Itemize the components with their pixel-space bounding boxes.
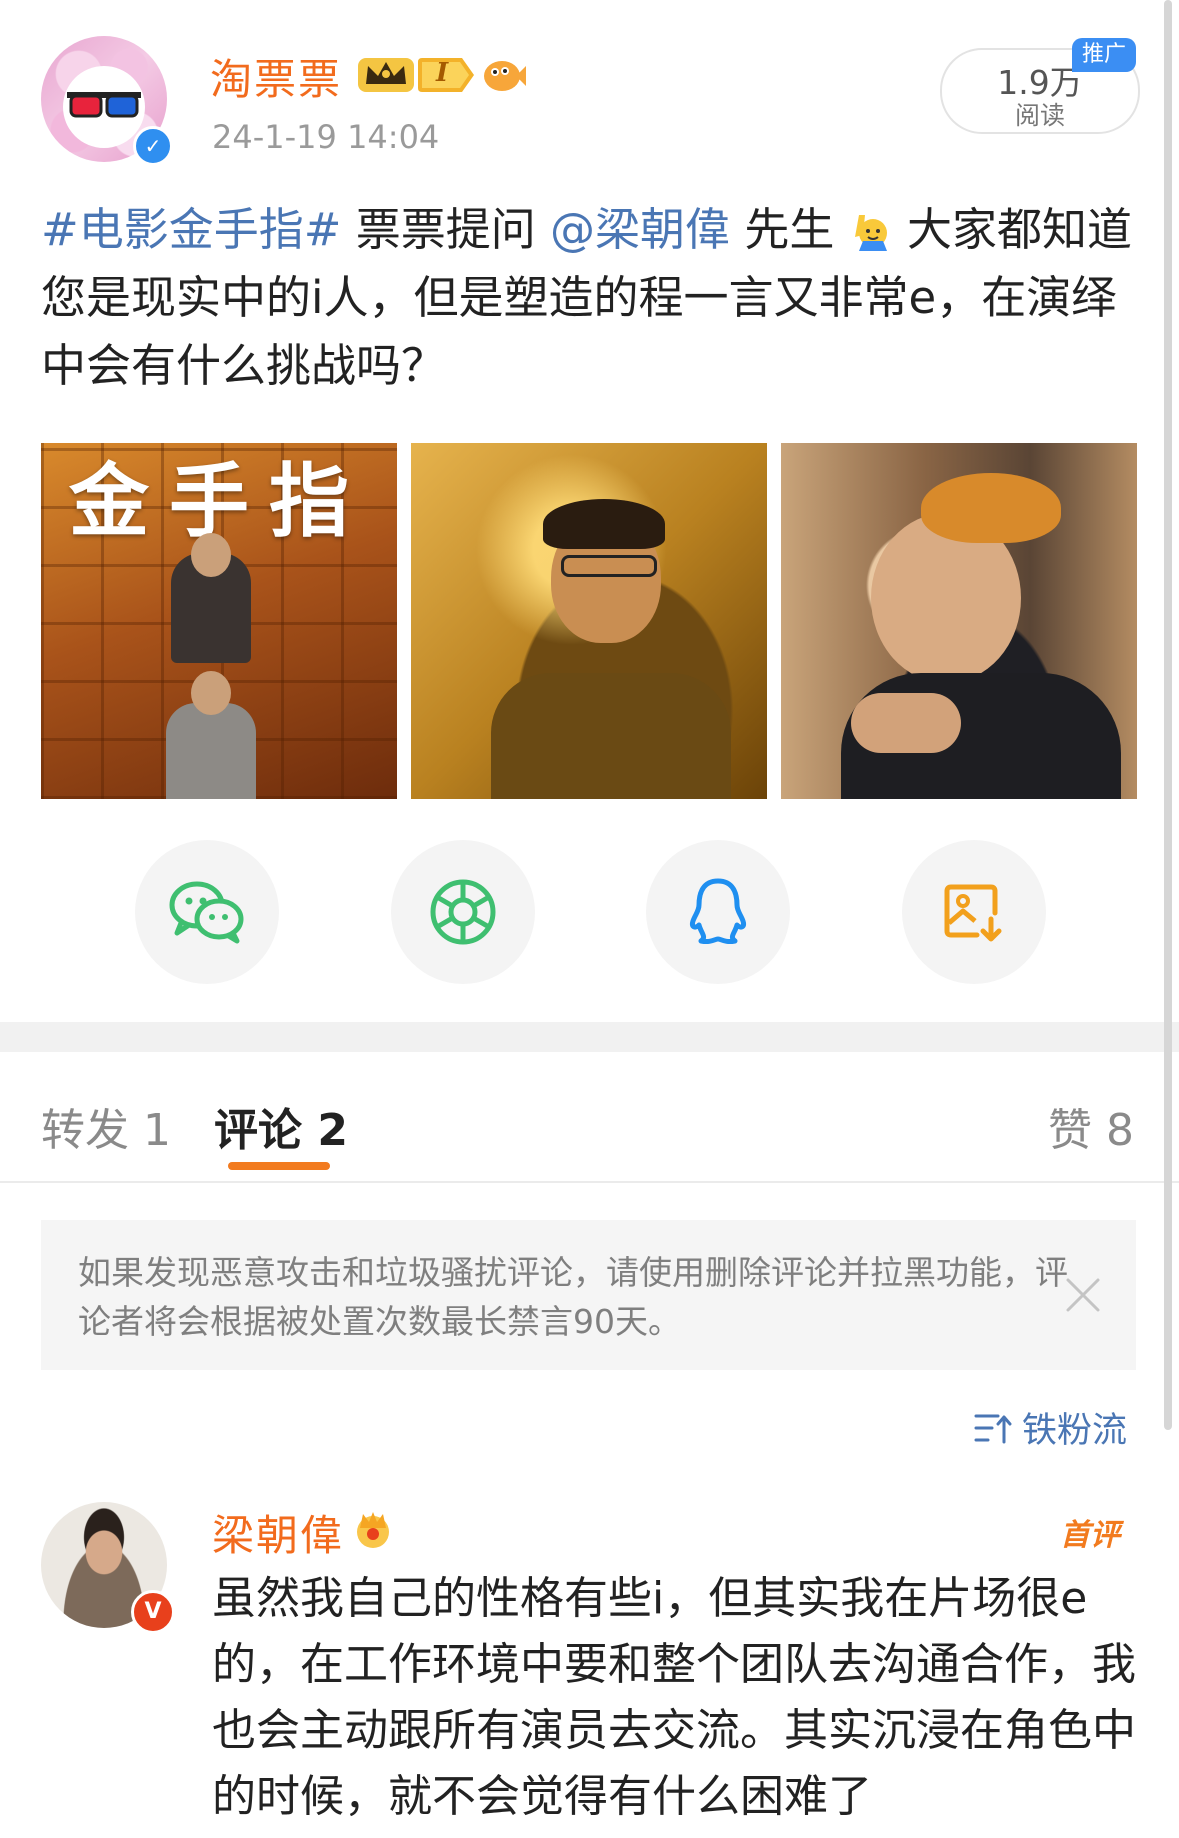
tab-likes[interactable]: 赞 8 (1048, 1094, 1134, 1158)
photo-candid[interactable] (781, 443, 1137, 799)
share-qq-button[interactable] (646, 840, 790, 984)
level-text: I (436, 58, 449, 88)
photo-still[interactable] (411, 443, 767, 799)
save-image-button[interactable] (902, 840, 1046, 984)
sort-label: 铁粉流 (1022, 1411, 1128, 1451)
crown-badge-icon (357, 1512, 389, 1548)
commenter-username[interactable]: 梁朝偉 (212, 1502, 344, 1563)
blue-verified-icon: ✓ (133, 126, 173, 166)
share-moments-button[interactable] (391, 840, 535, 984)
photo-poster[interactable]: 金手指 (41, 443, 397, 799)
moments-icon (430, 879, 496, 945)
3d-glasses-icon (67, 92, 141, 118)
tab-repost[interactable]: 转发 1 (41, 1094, 171, 1158)
active-tab-indicator (228, 1162, 330, 1170)
promo-tag: 推广 (1072, 38, 1136, 72)
mention-link[interactable]: @梁朝偉 (550, 203, 730, 256)
close-icon[interactable] (1064, 1276, 1102, 1314)
crown-badge-icon (358, 58, 414, 92)
raising-hand-emoji-icon (854, 215, 887, 251)
section-divider (0, 1022, 1179, 1052)
tab-comment[interactable]: 评论 2 (214, 1094, 348, 1158)
post-username[interactable]: 淘票票 (210, 46, 342, 107)
scrollbar[interactable] (1164, 0, 1172, 1430)
post-body: #电影金手指# 票票提问 @梁朝偉 先生 大家都知道您是现实中的i人，但是塑造的… (41, 196, 1141, 400)
save-image-icon (944, 884, 1002, 942)
sort-selector[interactable]: 铁粉流 (974, 1402, 1127, 1453)
post-text-segment: 票票提问 (341, 203, 551, 256)
fish-icon (484, 61, 526, 91)
share-wechat-button[interactable] (135, 840, 279, 984)
comment-policy-notice: 如果发现恶意攻击和垃圾骚扰评论，请使用删除评论并拉黑功能，评论者将会根据被处置次… (41, 1220, 1136, 1370)
qq-icon (690, 878, 746, 945)
post-text-segment: 先生 (730, 203, 849, 256)
level-badge: I (418, 58, 474, 92)
first-comment-tag: 首评 (1060, 1518, 1120, 1553)
wechat-icon (169, 881, 244, 944)
notice-text: 如果发现恶意攻击和垃圾骚扰评论，请使用删除评论并拉黑功能，评论者将会根据被处置次… (78, 1253, 1068, 1341)
tabs-divider (0, 1181, 1179, 1183)
post-timestamp: 24-1-19 14:04 (212, 118, 440, 156)
red-verified-icon: V (131, 1590, 175, 1634)
sort-icon (974, 1414, 1012, 1443)
read-label: 阅读 (1014, 101, 1065, 130)
comment-text: 虽然我自己的性格有些i，但其实我在片场很e的，在工作环境中要和整个团队去沟通合作… (212, 1573, 1136, 1822)
account-avatar[interactable]: ✓ (41, 36, 173, 166)
hashtag-link[interactable]: #电影金手指# (41, 203, 341, 256)
